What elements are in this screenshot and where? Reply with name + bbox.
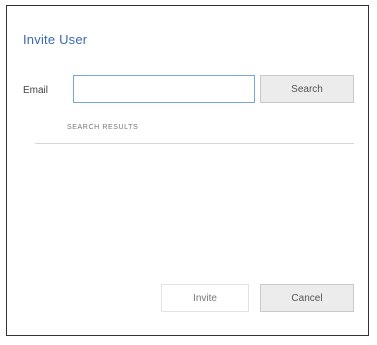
email-field[interactable] (73, 75, 255, 103)
email-label: Email (23, 85, 49, 96)
search-results-label: SEARCH RESULTS (67, 124, 139, 131)
search-button[interactable]: Search (260, 75, 354, 103)
invite-button[interactable]: Invite (161, 284, 249, 312)
results-divider (35, 143, 354, 144)
dialog-title: Invite User (23, 32, 88, 47)
cancel-button[interactable]: Cancel (260, 284, 354, 312)
invite-user-dialog: Invite User Email Search SEARCH RESULTS … (6, 5, 369, 336)
